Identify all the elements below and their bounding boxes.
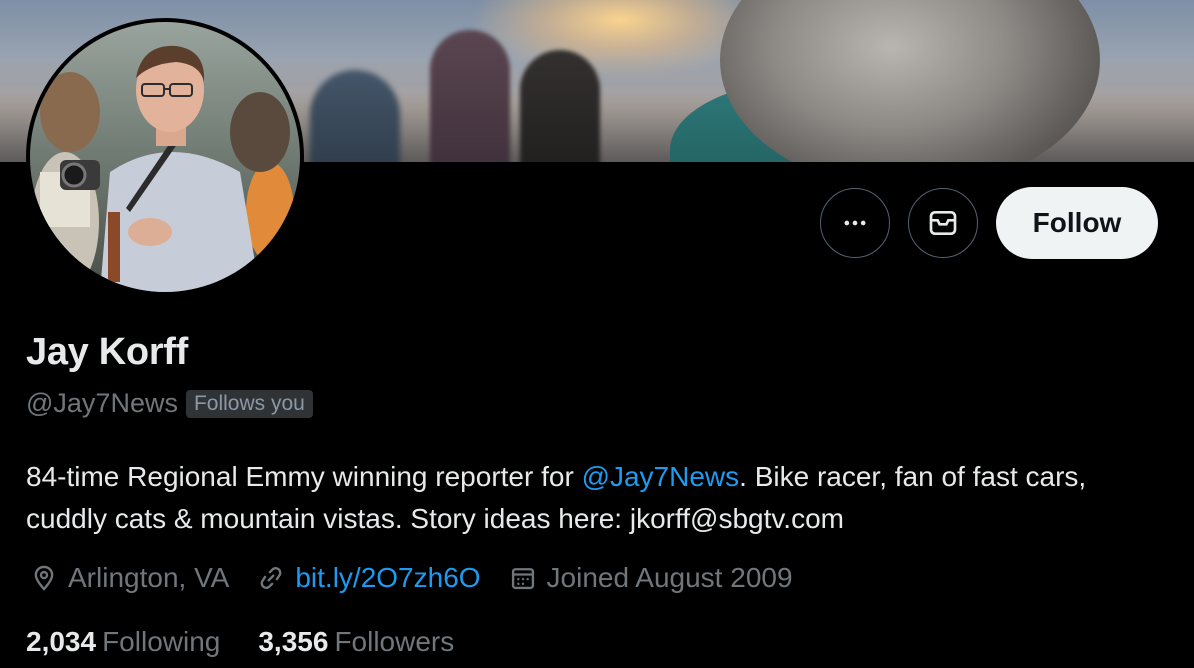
profile-handle: @Jay7News	[26, 388, 178, 418]
handle-row: @Jay7News Follows you	[26, 388, 313, 419]
link-icon	[260, 567, 282, 589]
following-label: Following	[102, 626, 221, 657]
more-horizontal-icon	[844, 220, 866, 226]
location-item: Arlington, VA	[30, 562, 229, 594]
more-options-button[interactable]	[820, 188, 890, 258]
envelope-icon	[929, 211, 957, 235]
followers-label: Followers	[334, 626, 455, 657]
banner-person	[430, 30, 510, 162]
bio-text: 84-time Regional Emmy winning reporter f…	[26, 461, 582, 492]
message-button[interactable]	[908, 188, 978, 258]
follow-stats: 2,034 Following 3,356 Followers	[26, 626, 492, 658]
banner-person	[310, 70, 400, 162]
website-item: bit.ly/2O7zh6O	[257, 562, 481, 594]
location-pin-icon	[34, 565, 54, 591]
profile-bio: 84-time Regional Emmy winning reporter f…	[26, 456, 1166, 540]
followers-count: 3,356	[258, 626, 329, 657]
website-link[interactable]: bit.ly/2O7zh6O	[295, 562, 480, 594]
banner-person	[520, 50, 600, 162]
follows-you-badge: Follows you	[185, 389, 313, 418]
bio-mention-link[interactable]: @Jay7News	[582, 461, 740, 492]
calendar-icon	[511, 568, 534, 590]
profile-name: Jay Korff	[26, 331, 189, 373]
follow-button[interactable]: Follow	[996, 187, 1158, 259]
joined-item: Joined August 2009	[509, 562, 793, 594]
following-count: 2,034	[26, 626, 97, 657]
profile-avatar[interactable]	[26, 18, 304, 296]
banner-woman-hair	[720, 0, 1100, 162]
profile-meta: Arlington, VA bit.ly/2O7zh6O Joined Augu…	[30, 562, 821, 594]
following-stat[interactable]: 2,034 Following	[26, 626, 220, 658]
location-text: Arlington, VA	[68, 562, 230, 593]
followers-stat[interactable]: 3,356 Followers	[258, 626, 454, 658]
avatar-photo	[30, 22, 300, 292]
joined-text: Joined August 2009	[546, 562, 793, 593]
